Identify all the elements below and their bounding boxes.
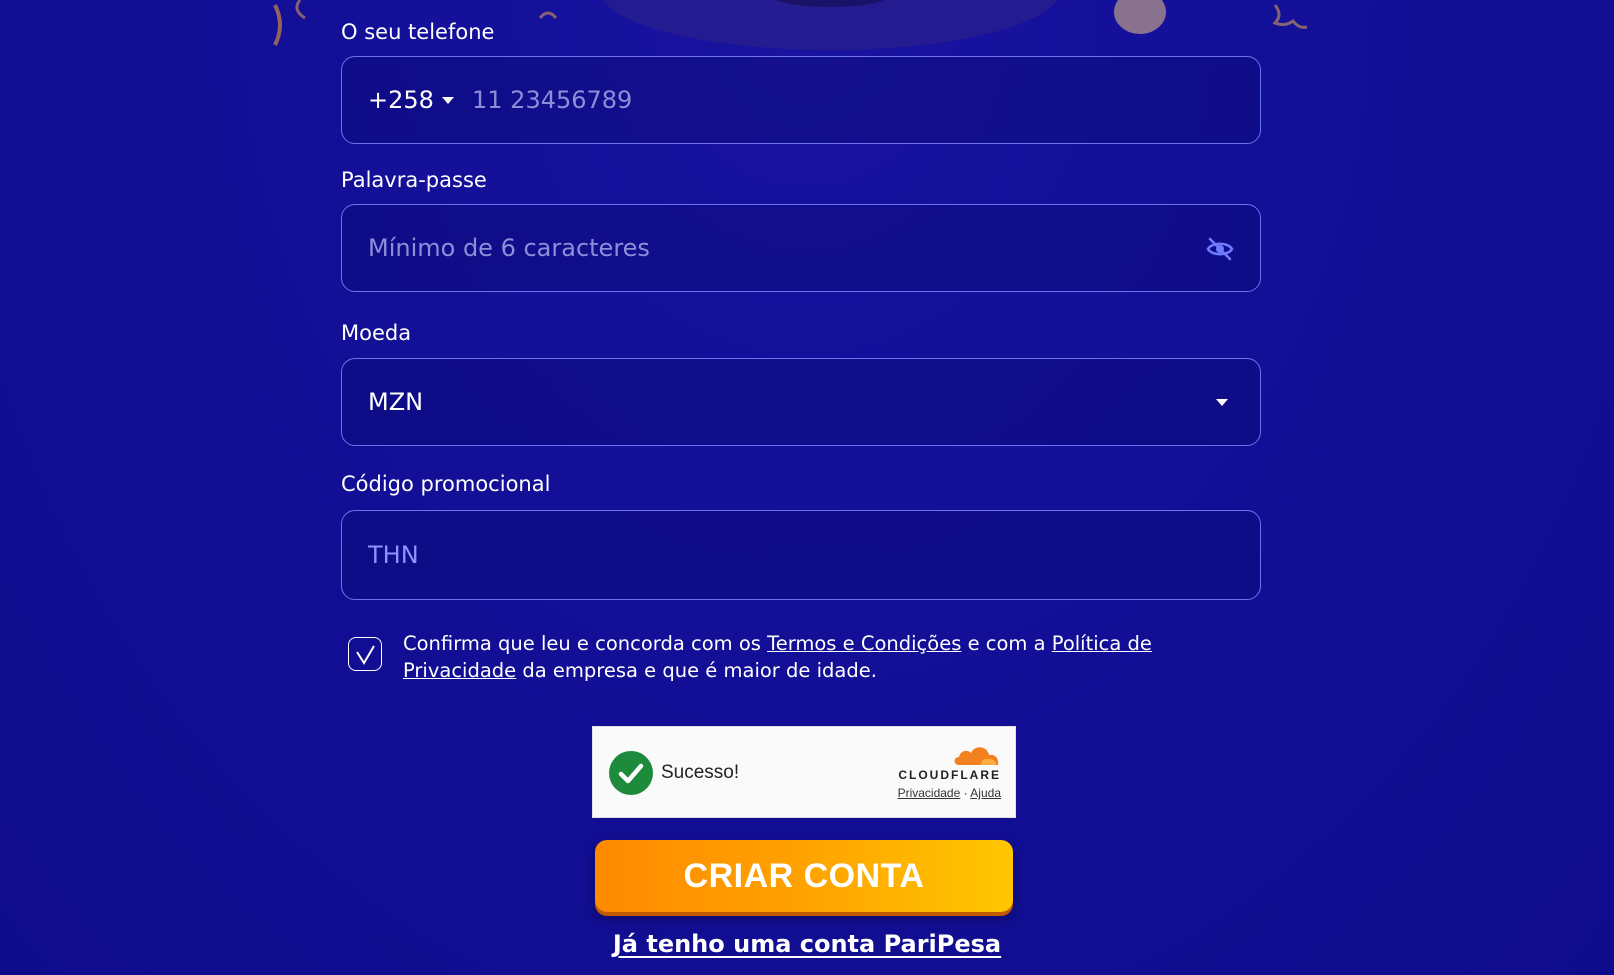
banner-decoration (273, 0, 1308, 50)
create-account-button[interactable]: CRIAR CONTA (595, 840, 1013, 912)
country-code-value: +258 (368, 86, 434, 114)
consent-text-after: da empresa e que é maior de idade. (516, 659, 877, 682)
phone-label: O seu telefone (341, 20, 495, 44)
password-label: Palavra-passe (341, 168, 487, 192)
password-field[interactable]: Mínimo de 6 caracteres (341, 204, 1261, 292)
promo-input[interactable]: THN (368, 541, 419, 569)
currency-label: Moeda (341, 321, 412, 345)
terms-link[interactable]: Termos e Condições (767, 632, 961, 655)
check-icon (356, 645, 375, 665)
captcha-help-link[interactable]: Ajuda (970, 786, 1001, 800)
currency-select[interactable]: MZN (341, 358, 1261, 446)
currency-value: MZN (368, 388, 424, 416)
chevron-down-icon (1216, 399, 1228, 406)
chevron-down-icon (441, 96, 454, 104)
captcha-links: Privacidade · Ajuda (898, 786, 1001, 800)
promo-field[interactable]: THN (341, 510, 1261, 600)
promo-label: Código promocional (341, 472, 551, 496)
cloudflare-brand: CLOUDFLARE (898, 768, 1001, 782)
login-link-container: Já tenho uma conta PariPesa (0, 930, 1614, 958)
success-check-icon (609, 751, 653, 795)
captcha-privacy-link[interactable]: Privacidade (898, 786, 961, 800)
phone-field[interactable]: +258 11 23456789 (341, 56, 1261, 144)
consent-text-middle: e com a (961, 632, 1052, 655)
consent-text-before: Confirma que leu e concorda com os (403, 632, 768, 655)
eye-slash-icon[interactable] (1206, 237, 1234, 261)
captcha-status: Sucesso! (661, 762, 740, 783)
country-code-select[interactable]: +258 (368, 86, 454, 114)
phone-input[interactable]: 11 23456789 (472, 86, 632, 114)
cloudflare-logo-icon (954, 747, 999, 765)
cloudflare-captcha-widget: Sucesso! CLOUDFLARE Privacidade · Ajuda (592, 726, 1016, 818)
password-input[interactable]: Mínimo de 6 caracteres (368, 234, 650, 262)
consent-checkbox[interactable] (348, 637, 382, 671)
login-link[interactable]: Já tenho uma conta PariPesa (613, 930, 1001, 958)
consent-text: Confirma que leu e concorda com os Termo… (403, 630, 1263, 684)
captcha-separator: · (963, 786, 968, 800)
